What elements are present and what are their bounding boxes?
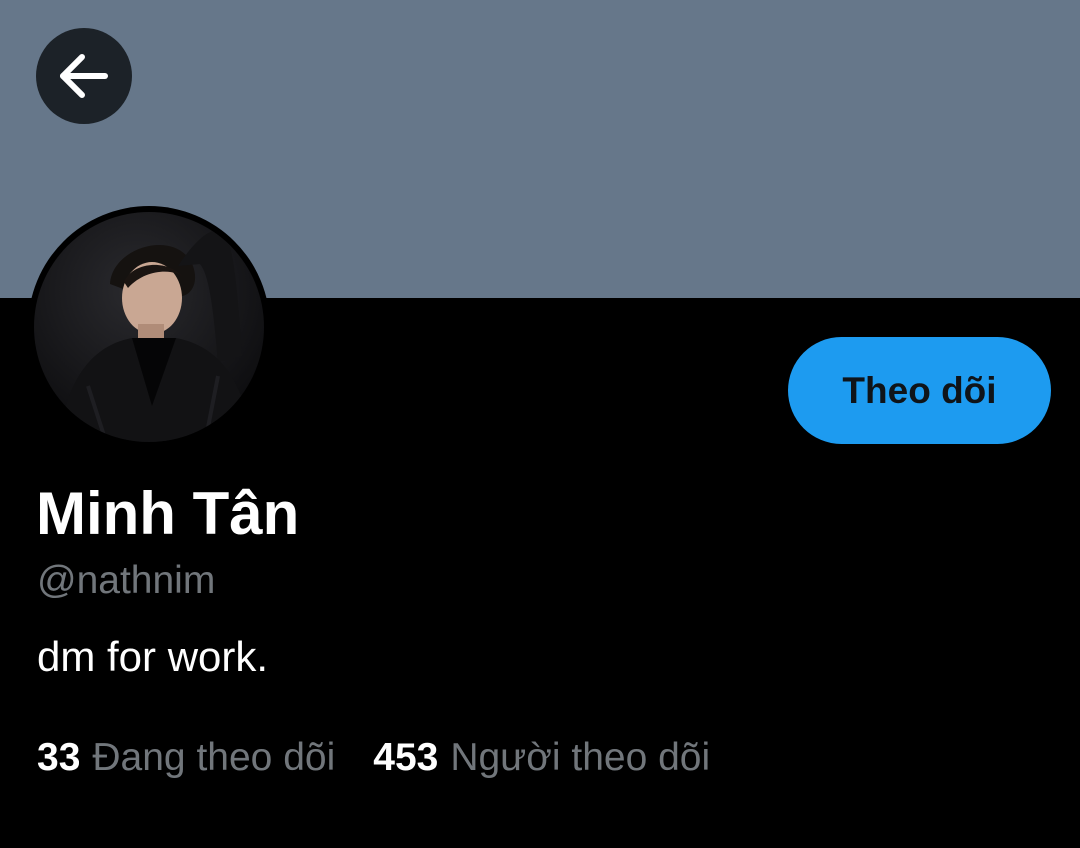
- back-button[interactable]: [36, 28, 132, 124]
- followers-count: 453: [373, 736, 439, 779]
- profile-bio: dm for work.: [37, 633, 269, 680]
- profile-screen: Theo dõi Minh Tân @nathnim dm for work. …: [0, 0, 1080, 848]
- follow-button[interactable]: Theo dõi: [788, 337, 1051, 444]
- display-name: Minh Tân: [36, 480, 300, 547]
- followers-label: Người theo dõi: [450, 736, 711, 779]
- followers-stat[interactable]: 453 Người theo dõi: [373, 734, 710, 782]
- following-stat[interactable]: 33 Đang theo dõi: [37, 734, 335, 782]
- following-label: Đang theo dõi: [92, 736, 336, 779]
- following-count: 33: [37, 736, 81, 779]
- profile-stats: 33 Đang theo dõi 453 Người theo dõi: [37, 734, 710, 782]
- avatar[interactable]: [28, 206, 270, 448]
- profile-handle: @nathnim: [37, 559, 216, 602]
- arrow-left-icon: [57, 49, 111, 103]
